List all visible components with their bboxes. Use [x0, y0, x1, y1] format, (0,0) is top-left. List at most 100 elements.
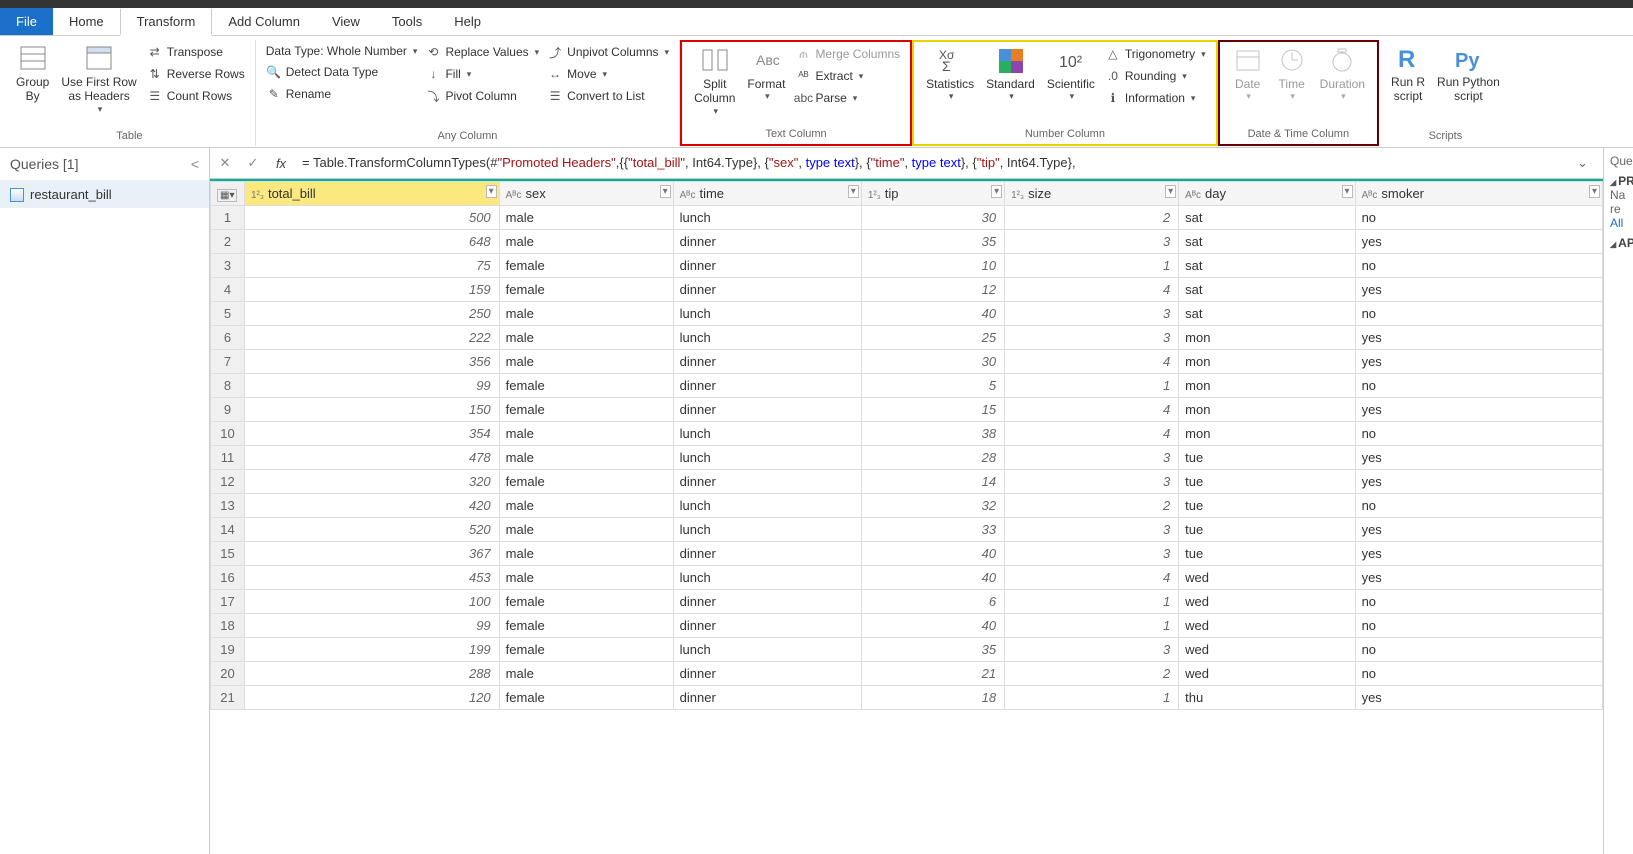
- table-row[interactable]: 14520malelunch333tueyes: [211, 518, 1603, 542]
- cell[interactable]: male: [499, 566, 673, 590]
- cell[interactable]: female: [499, 470, 673, 494]
- cell[interactable]: female: [499, 614, 673, 638]
- cell[interactable]: 2: [1005, 494, 1179, 518]
- cell[interactable]: mon: [1179, 374, 1355, 398]
- extract-button[interactable]: ᴬᴮExtract▾: [791, 66, 904, 86]
- cell[interactable]: lunch: [673, 446, 861, 470]
- row-header[interactable]: 3: [211, 254, 245, 278]
- cell[interactable]: male: [499, 302, 673, 326]
- cell[interactable]: male: [499, 494, 673, 518]
- row-header[interactable]: 17: [211, 590, 245, 614]
- cell[interactable]: tue: [1179, 518, 1355, 542]
- split-column-button[interactable]: Split Column▾: [688, 44, 741, 119]
- cell[interactable]: no: [1355, 614, 1602, 638]
- use-first-row-button[interactable]: Use First Row as Headers▾: [55, 42, 142, 117]
- cell[interactable]: wed: [1179, 614, 1355, 638]
- cell[interactable]: female: [499, 374, 673, 398]
- cell[interactable]: yes: [1355, 230, 1602, 254]
- formula-input[interactable]: = Table.TransformColumnTypes(#"Promoted …: [298, 153, 1571, 173]
- cell[interactable]: 99: [245, 374, 500, 398]
- row-header[interactable]: 16: [211, 566, 245, 590]
- table-row[interactable]: 10354malelunch384monno: [211, 422, 1603, 446]
- cell[interactable]: female: [499, 278, 673, 302]
- cell[interactable]: 1: [1005, 590, 1179, 614]
- cell[interactable]: 3: [1005, 230, 1179, 254]
- table-row[interactable]: 6222malelunch253monyes: [211, 326, 1603, 350]
- cell[interactable]: female: [499, 254, 673, 278]
- row-header[interactable]: 21: [211, 686, 245, 710]
- run-r-button[interactable]: R Run R script: [1385, 42, 1431, 106]
- cell[interactable]: 288: [245, 662, 500, 686]
- pivot-button[interactable]: ⤵Pivot Column: [421, 86, 543, 106]
- cell[interactable]: dinner: [673, 230, 861, 254]
- cell[interactable]: dinner: [673, 350, 861, 374]
- cell[interactable]: yes: [1355, 470, 1602, 494]
- cell[interactable]: 3: [1005, 326, 1179, 350]
- cell[interactable]: 1: [1005, 614, 1179, 638]
- cell[interactable]: 5: [861, 374, 1004, 398]
- cell[interactable]: lunch: [673, 494, 861, 518]
- standard-button[interactable]: Standard▾: [980, 44, 1041, 104]
- filter-icon[interactable]: ▾: [848, 185, 859, 198]
- table-row[interactable]: 17100femaledinner61wedno: [211, 590, 1603, 614]
- cell[interactable]: 40: [861, 614, 1004, 638]
- cell[interactable]: 25: [861, 326, 1004, 350]
- row-header[interactable]: 18: [211, 614, 245, 638]
- cell[interactable]: 33: [861, 518, 1004, 542]
- cell[interactable]: female: [499, 398, 673, 422]
- cell[interactable]: yes: [1355, 566, 1602, 590]
- cell[interactable]: yes: [1355, 350, 1602, 374]
- column-header-time[interactable]: Aᴮctime▾: [673, 182, 861, 206]
- row-header[interactable]: 7: [211, 350, 245, 374]
- cell[interactable]: male: [499, 422, 673, 446]
- table-row[interactable]: 1500malelunch302satno: [211, 206, 1603, 230]
- table-row[interactable]: 1899femaledinner401wedno: [211, 614, 1603, 638]
- replace-values-button[interactable]: ⟲Replace Values▾: [421, 42, 543, 62]
- table-row[interactable]: 20288maledinner212wedno: [211, 662, 1603, 686]
- table-row[interactable]: 375femaledinner101satno: [211, 254, 1603, 278]
- query-item-restaurant-bill[interactable]: restaurant_bill: [0, 181, 209, 208]
- cell[interactable]: 520: [245, 518, 500, 542]
- cell[interactable]: female: [499, 638, 673, 662]
- convert-list-button[interactable]: ☰Convert to List: [543, 86, 673, 106]
- reverse-rows-button[interactable]: ⇅Reverse Rows: [143, 64, 249, 84]
- cell[interactable]: 1: [1005, 254, 1179, 278]
- cell[interactable]: 28: [861, 446, 1004, 470]
- cell[interactable]: male: [499, 518, 673, 542]
- cell[interactable]: mon: [1179, 350, 1355, 374]
- cell[interactable]: 32: [861, 494, 1004, 518]
- cell[interactable]: lunch: [673, 326, 861, 350]
- row-header[interactable]: 11: [211, 446, 245, 470]
- cell[interactable]: no: [1355, 638, 1602, 662]
- cancel-formula-icon[interactable]: ✕: [214, 152, 236, 174]
- cell[interactable]: lunch: [673, 638, 861, 662]
- cell[interactable]: male: [499, 446, 673, 470]
- cell[interactable]: 453: [245, 566, 500, 590]
- collapse-pane-icon[interactable]: <: [191, 156, 199, 172]
- cell[interactable]: tue: [1179, 470, 1355, 494]
- cell[interactable]: 21: [861, 662, 1004, 686]
- filter-icon[interactable]: ▾: [991, 185, 1002, 198]
- table-row[interactable]: 7356maledinner304monyes: [211, 350, 1603, 374]
- row-header[interactable]: 5: [211, 302, 245, 326]
- cell[interactable]: 99: [245, 614, 500, 638]
- menu-home[interactable]: Home: [53, 8, 120, 35]
- cell[interactable]: tue: [1179, 494, 1355, 518]
- cell[interactable]: sat: [1179, 278, 1355, 302]
- cell[interactable]: 18: [861, 686, 1004, 710]
- cell[interactable]: wed: [1179, 566, 1355, 590]
- cell[interactable]: 420: [245, 494, 500, 518]
- cell[interactable]: 3: [1005, 302, 1179, 326]
- cell[interactable]: no: [1355, 422, 1602, 446]
- cell[interactable]: 35: [861, 230, 1004, 254]
- cell[interactable]: 40: [861, 566, 1004, 590]
- cell[interactable]: male: [499, 206, 673, 230]
- table-row[interactable]: 899femaledinner51monno: [211, 374, 1603, 398]
- move-button[interactable]: ↔Move▾: [543, 64, 673, 84]
- row-header[interactable]: 4: [211, 278, 245, 302]
- cell[interactable]: yes: [1355, 278, 1602, 302]
- cell[interactable]: yes: [1355, 446, 1602, 470]
- information-button[interactable]: ℹInformation▾: [1101, 88, 1210, 108]
- parse-button[interactable]: abcParse▾: [791, 88, 904, 108]
- accept-formula-icon[interactable]: ✓: [242, 152, 264, 174]
